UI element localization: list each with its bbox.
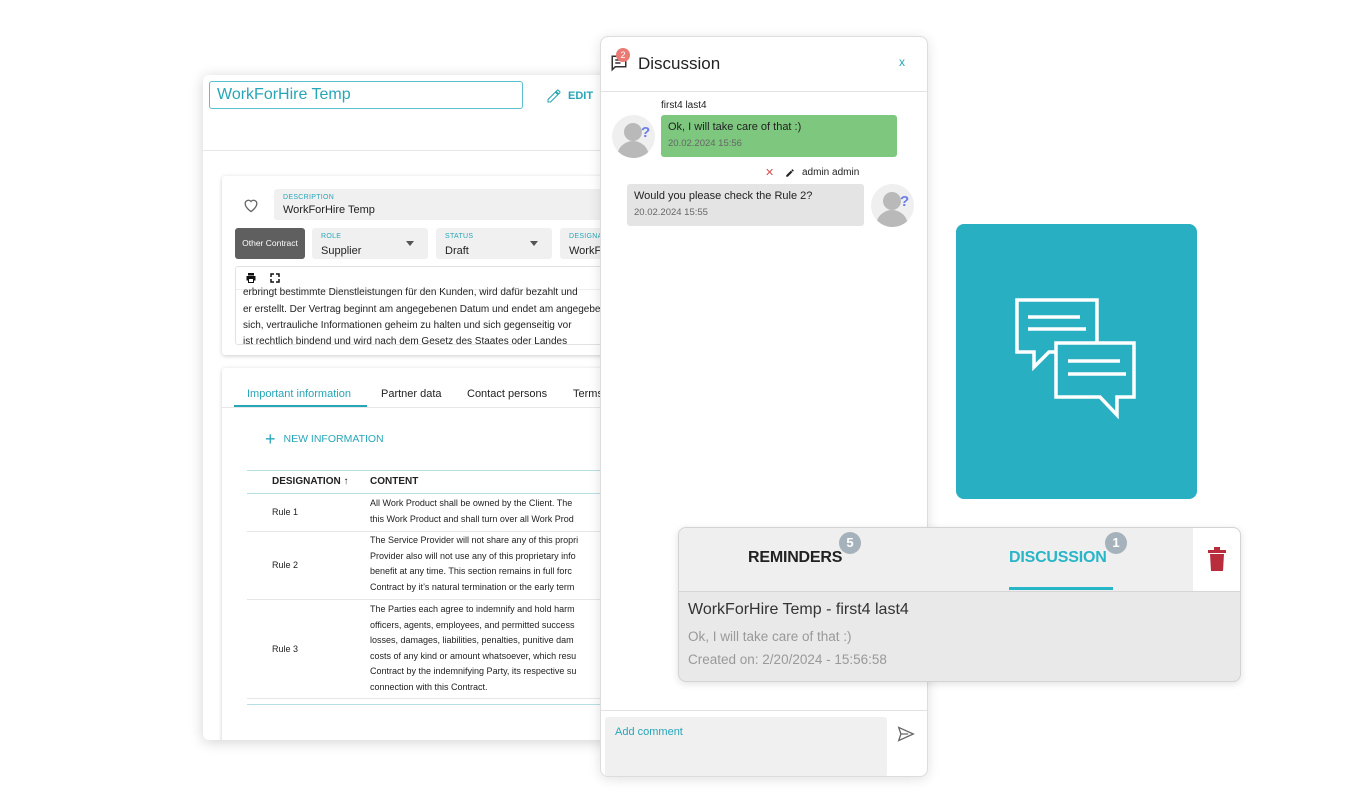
status-value: Draft [445, 245, 469, 257]
editor-text-line: ist rechtlich bindend und wird nach dem … [243, 336, 568, 345]
contract-title-input[interactable]: WorkForHire Temp [209, 81, 523, 109]
message-bubble: Would you please check the Rule 2? 20.02… [627, 184, 864, 226]
discussion-feature-tile [956, 224, 1197, 499]
message-author: admin admin [802, 167, 860, 178]
row-designation: Rule 2 [272, 560, 299, 570]
dropdown-arrow-icon [530, 241, 538, 246]
delete-button[interactable] [1193, 528, 1240, 591]
content-column-header[interactable]: CONTENT [370, 476, 418, 487]
tab-partner-data[interactable]: Partner data [381, 388, 442, 400]
editor-text-line: er erstellt. Der Vertrag beginnt am ange… [243, 304, 618, 315]
plus-icon: + [265, 429, 276, 449]
tab-discussion[interactable]: DISCUSSION [1009, 549, 1107, 567]
discussion-title: Discussion [638, 54, 721, 73]
new-information-button[interactable]: + NEW INFORMATION [265, 429, 384, 449]
tab-reminders[interactable]: REMINDERS [748, 549, 842, 567]
message-bubble: Ok, I will take care of that :) 20.02.20… [661, 115, 897, 157]
notification-card: REMINDERS 5 DISCUSSION 1 WorkForHire Tem… [678, 527, 1241, 682]
contract-type-button[interactable]: Other Contract [235, 228, 305, 259]
tab-contact-persons[interactable]: Contact persons [467, 388, 547, 400]
dropdown-arrow-icon [406, 241, 414, 246]
description-value: WorkForHire Temp [283, 204, 375, 216]
print-icon[interactable] [245, 272, 257, 284]
message-author: first4 last4 [661, 100, 707, 111]
row-content: The Parties each agree to indemnify and … [370, 604, 577, 692]
tab-terms[interactable]: Terms [573, 388, 603, 400]
delete-message-icon[interactable]: ✕ [765, 166, 774, 179]
avatar: ? [612, 115, 655, 158]
role-select[interactable]: ROLE Supplier [312, 228, 428, 259]
status-select[interactable]: STATUS Draft [436, 228, 552, 259]
active-tab-indicator [1009, 587, 1113, 590]
comment-input[interactable]: Add comment [605, 717, 887, 776]
avatar: ? [871, 184, 914, 227]
role-value: Supplier [321, 245, 362, 257]
discussion-count-badge: 1 [1105, 532, 1127, 554]
sort-up-icon: ↑ [343, 476, 349, 487]
chat-bubbles-icon [1015, 298, 1136, 420]
editor-text-line: erbringt bestimmte Dienstleistungen für … [243, 287, 578, 298]
trash-icon [1208, 547, 1226, 571]
editor-text-line: sich, vertrauliche Informationen geheim … [243, 320, 572, 331]
new-information-label: NEW INFORMATION [283, 433, 384, 445]
tab-important-information[interactable]: Important information [247, 388, 351, 400]
notification-created: Created on: 2/20/2024 - 15:56:58 [688, 652, 887, 667]
heart-icon[interactable] [242, 197, 260, 213]
description-label: DESCRIPTION [283, 194, 335, 201]
row-content: The Service Provider will not share any … [370, 535, 579, 592]
row-designation: Rule 1 [272, 507, 299, 517]
role-label: ROLE [321, 233, 342, 240]
fullscreen-icon[interactable] [270, 273, 280, 283]
notification-title: WorkForHire Temp - first4 last4 [688, 601, 909, 618]
pencil-icon [547, 89, 561, 103]
notification-message: Ok, I will take care of that :) [688, 629, 852, 644]
reminders-count-badge: 5 [839, 532, 861, 554]
close-button[interactable]: x [899, 55, 905, 69]
status-label: STATUS [445, 233, 474, 240]
edit-button[interactable]: EDIT [546, 88, 593, 104]
edit-message-icon[interactable] [785, 168, 795, 178]
row-content: All Work Product shall be owned by the C… [370, 498, 574, 524]
unread-badge: 2 [616, 48, 630, 62]
comment-placeholder: Add comment [615, 726, 683, 738]
send-icon[interactable] [897, 726, 915, 742]
designation-column-header[interactable]: DESIGNATION ↑ [272, 476, 349, 487]
edit-label: EDIT [568, 90, 594, 102]
row-designation: Rule 3 [272, 644, 299, 654]
